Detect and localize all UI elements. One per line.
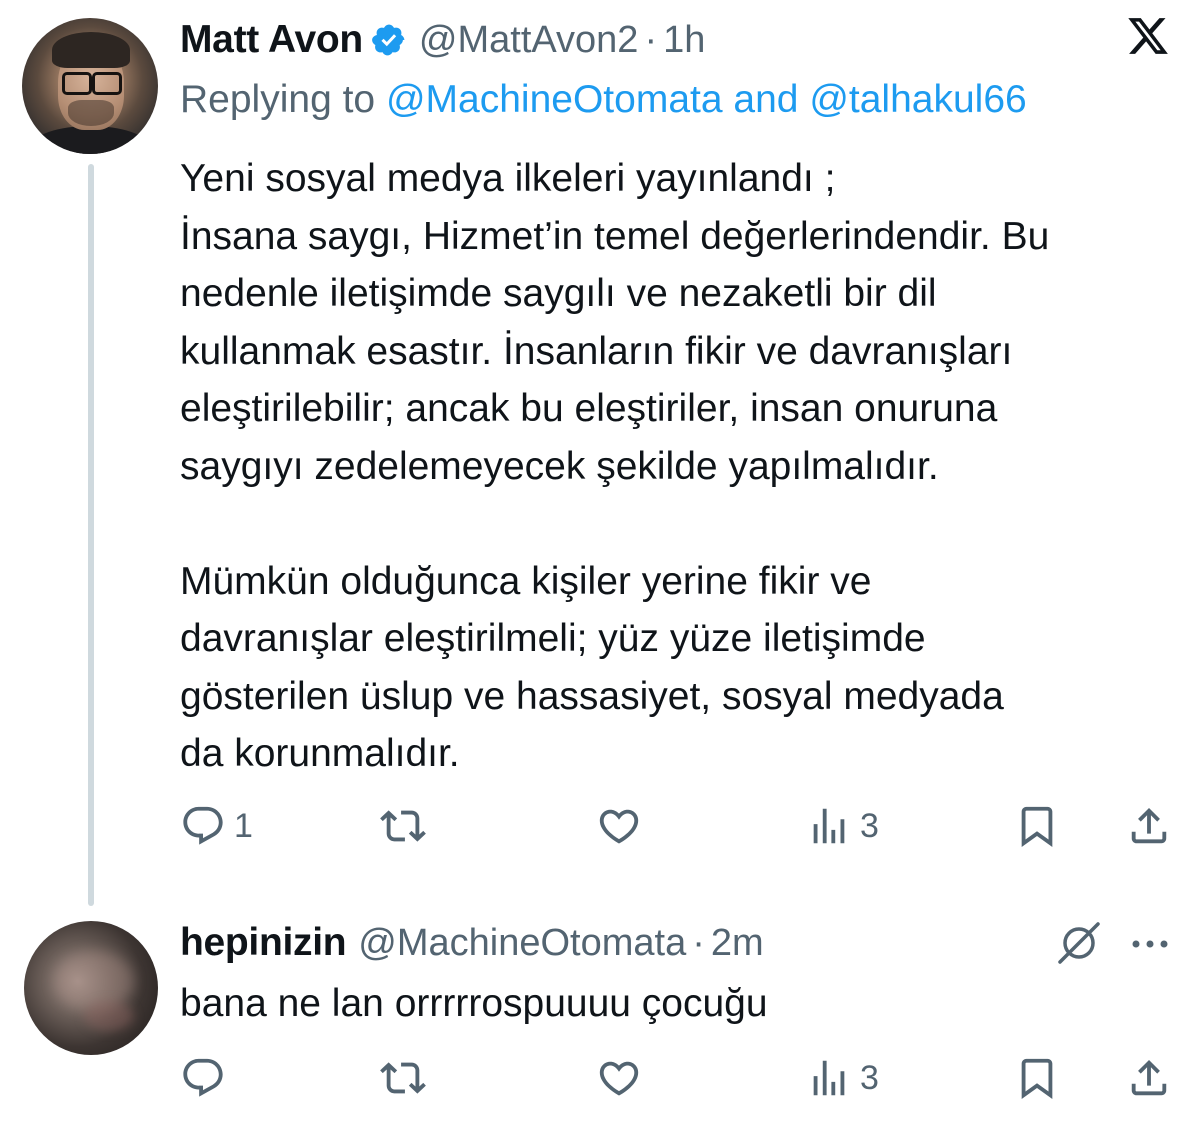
tweet-line: kullanmak esastır. İnsanların fikir ve d… xyxy=(180,329,1013,373)
tweet-line: eleştirilebilir; ancak bu eleştiriler, i… xyxy=(180,387,998,430)
author-avatar[interactable] xyxy=(22,18,158,154)
tweet-line: İnsana saygı, Hizmet’in temel değerlerin… xyxy=(180,214,1050,258)
bookmark-button[interactable] xyxy=(1014,1053,1060,1103)
tweet-actions: 1 3 xyxy=(180,801,1172,851)
x-logo-icon xyxy=(1128,18,1168,54)
retweet-icon xyxy=(380,810,426,842)
view-count: 3 xyxy=(860,806,879,845)
reply-header: hepinizin @MachineOtomata · 2m xyxy=(180,918,764,968)
retweet-button[interactable] xyxy=(380,1053,426,1103)
like-button[interactable] xyxy=(596,801,642,851)
tweet-header: Matt Avon @MattAvon2 · 1h xyxy=(180,15,705,65)
reply-author-avatar[interactable] xyxy=(24,921,158,1055)
replying-prefix: Replying to xyxy=(180,78,376,121)
tweet-line: davranışlar eleştirilmeli; yüz yüze ilet… xyxy=(180,617,926,660)
tweet-line: da korunmalıdır. xyxy=(180,732,460,775)
reply-actions: 3 xyxy=(180,1053,1172,1103)
reply-timestamp[interactable]: 2m xyxy=(711,922,764,965)
views-button[interactable]: 3 xyxy=(806,801,879,851)
thread-connector xyxy=(88,164,94,906)
reply-icon xyxy=(183,806,223,845)
views-icon xyxy=(813,1060,845,1096)
tweet-line: nedenle iletişimde saygılı ve nezaketli … xyxy=(180,272,937,315)
author-handle[interactable]: @MattAvon2 xyxy=(419,19,639,62)
heart-icon xyxy=(599,1061,639,1096)
mention-link[interactable]: @talhakul66 xyxy=(809,78,1026,121)
views-button[interactable]: 3 xyxy=(806,1053,879,1103)
tweet-text: Yeni sosyal medya ilkeleri yayınlandı ; … xyxy=(180,150,1180,783)
tweet-line: saygıyı zedelemeyecek şekilde yapılmalıd… xyxy=(180,444,939,488)
views-icon xyxy=(813,808,845,844)
share-icon xyxy=(1131,807,1167,844)
reply-count: 1 xyxy=(234,806,253,845)
tweet-line: gösterilen üslup ve hassasiyet, sosyal m… xyxy=(180,674,1004,718)
heart-icon xyxy=(599,809,639,844)
share-button[interactable] xyxy=(1126,801,1172,851)
more-icon[interactable] xyxy=(1128,924,1172,964)
retweet-button[interactable] xyxy=(380,801,426,851)
bookmark-icon xyxy=(1021,1058,1053,1099)
mention-link[interactable]: @MachineOtomata xyxy=(386,78,723,121)
separator-dot: · xyxy=(692,921,705,964)
like-button[interactable] xyxy=(596,1053,642,1103)
tweet-line: Mümkün olduğunca kişiler yerine fikir ve xyxy=(180,559,872,603)
reply-author-name[interactable]: hepinizin xyxy=(180,921,347,965)
reply-icon xyxy=(183,1058,223,1097)
mention-conjunction: and xyxy=(733,78,799,121)
tweet-timestamp[interactable]: 1h xyxy=(663,19,705,62)
retweet-icon xyxy=(380,1062,426,1094)
reply-button[interactable]: 1 xyxy=(180,801,253,851)
share-button[interactable] xyxy=(1126,1053,1172,1103)
verified-badge-icon xyxy=(372,24,405,56)
reply-author-handle[interactable]: @MachineOtomata xyxy=(358,922,686,965)
bookmark-icon xyxy=(1021,806,1053,847)
reply-button[interactable] xyxy=(180,1053,226,1103)
bookmark-button[interactable] xyxy=(1014,801,1060,851)
tweet-line: Yeni sosyal medya ilkeleri yayınlandı ; xyxy=(180,157,836,200)
view-count: 3 xyxy=(860,1058,879,1097)
separator-dot: · xyxy=(644,18,658,61)
reply-text: bana ne lan orrrrrospuuuu çocuğu xyxy=(180,982,768,1025)
replying-to: Replying to @MachineOtomata and @talhaku… xyxy=(180,78,1027,122)
share-icon xyxy=(1131,1059,1167,1096)
grok-icon[interactable] xyxy=(1054,918,1104,968)
author-name[interactable]: Matt Avon xyxy=(180,18,363,62)
